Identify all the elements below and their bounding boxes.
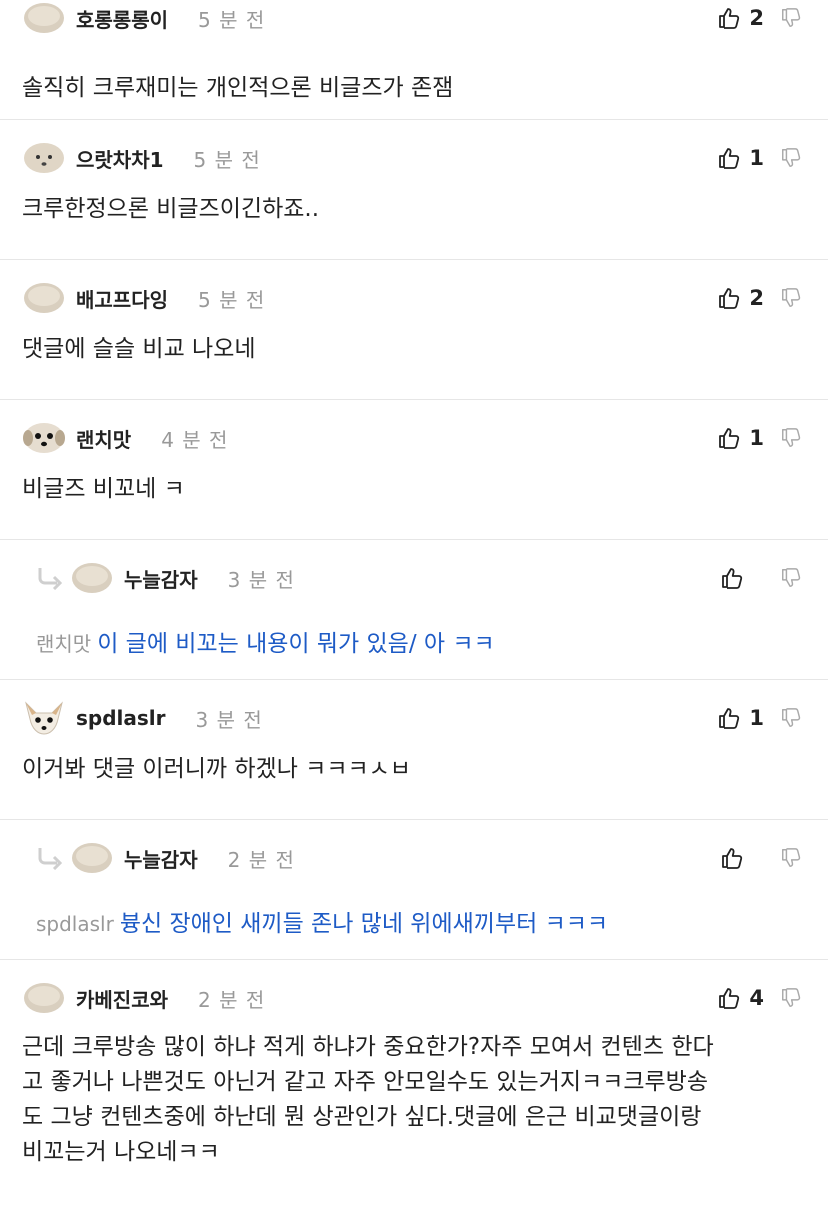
vote-controls: 1 (717, 698, 802, 738)
comment-text: 솔직히 크루재미는 개인적으론 비글즈가 존잼 (22, 75, 454, 101)
comment-time: 3 분 전 (195, 707, 263, 732)
thumbs-down-icon[interactable] (780, 287, 802, 309)
comment-time: 4 분 전 (161, 427, 229, 452)
thumbs-up-icon[interactable] (720, 846, 744, 870)
comment-text: 븅신 장애인 새끼들 존나 많네 위에새끼부터 ㅋㅋㅋ (119, 911, 609, 937)
comment-item: 랜치맛 4 분 전 1 비글즈 비꼬네 ㅋ (0, 400, 828, 540)
thumbs-up-icon[interactable] (717, 426, 741, 450)
comment-time: 2 분 전 (198, 987, 266, 1012)
puppy-face-avatar[interactable] (22, 141, 66, 175)
vote-controls: 1 (717, 138, 802, 178)
mention-user[interactable]: spdlaslr (36, 912, 114, 936)
vote-controls (720, 838, 802, 878)
like-count: 4 (749, 986, 764, 1010)
comment-text-line: 비꼬는거 나오네ㅋㅋ (22, 1139, 220, 1165)
comment-header: 누늘감자 2 분 전 (0, 838, 828, 878)
comment-time: 5 분 전 (198, 287, 266, 312)
reply-item: 누늘감자 2 분 전 spdlaslr 븅신 장애인 새끼들 존나 많네 위에새끼… (0, 820, 828, 960)
comment-author[interactable]: 카베진코와 (76, 984, 168, 1013)
reply-arrow-icon (38, 848, 63, 870)
comment-item: 으랏차차1 5 분 전 1 크루한정으론 비글즈이긴하죠.. (0, 120, 828, 260)
thumbs-down-icon[interactable] (780, 567, 802, 589)
comment-time: 5 분 전 (198, 7, 266, 32)
comment-text: 비글즈 비꼬네 ㅋ (22, 476, 185, 502)
comment-author[interactable]: 으랏차차1 (76, 144, 164, 173)
puppy-round-avatar[interactable] (22, 281, 66, 315)
thumbs-up-icon[interactable] (720, 566, 744, 590)
comment-time: 3 분 전 (227, 567, 295, 592)
reply-body: 랜치맛 이 글에 비꼬는 내용이 뭐가 있음/ 아 ㅋㅋ (36, 626, 806, 662)
thumbs-up-icon[interactable] (717, 286, 741, 310)
comment-text-line: 고 좋거나 나쁜것도 아닌거 같고 자주 안모일수도 있는거지ㅋㅋ크루방송 (22, 1069, 708, 1095)
thumbs-down-icon[interactable] (780, 7, 802, 29)
puppy-round-avatar[interactable] (70, 561, 114, 595)
reply-body: spdlaslr 븅신 장애인 새끼들 존나 많네 위에새끼부터 ㅋㅋㅋ (36, 906, 806, 942)
reply-arrow-icon (38, 568, 63, 590)
puppy-round-avatar[interactable] (22, 981, 66, 1015)
vote-controls: 2 (717, 0, 802, 38)
thumbs-down-icon[interactable] (780, 987, 802, 1009)
mention-user[interactable]: 랜치맛 (36, 632, 91, 656)
like-count: 2 (749, 6, 764, 30)
comment-text: 크루한정으론 비글즈이긴하죠.. (22, 196, 320, 222)
thumbs-up-icon[interactable] (717, 986, 741, 1010)
comment-header: spdlaslr 3 분 전 1 (0, 698, 828, 738)
comment-text-line: 도 그냥 컨텐츠중에 하난데 뭔 상관인가 싶다.댓글에 은근 비교댓글이랑 (22, 1104, 702, 1130)
vote-controls: 1 (717, 418, 802, 458)
thumbs-up-icon[interactable] (717, 146, 741, 170)
comment-list: 호롱롱롱이 5 분 전 2 솔직히 크루재미는 개인적으론 비글즈가 존잼 으랏… (0, 0, 828, 1207)
comment-item: 카베진코와 2 분 전 4 근데 크루방송 많이 하냐 적게 하냐가 중요한가?… (0, 960, 828, 1207)
thumbs-up-icon[interactable] (717, 6, 741, 30)
puppy-round-avatar[interactable] (70, 841, 114, 875)
comment-header: 배고프다잉 5 분 전 2 (0, 278, 828, 318)
comment-text: 이거봐 댓글 이러니까 하겠나 ㅋㅋㅋㅅㅂ (22, 756, 411, 782)
comment-header: 카베진코와 2 분 전 4 (0, 978, 828, 1018)
thumbs-down-icon[interactable] (780, 847, 802, 869)
comment-item: 호롱롱롱이 5 분 전 2 솔직히 크루재미는 개인적으론 비글즈가 존잼 (0, 0, 828, 120)
vote-controls: 4 (717, 978, 802, 1018)
like-count: 1 (749, 426, 764, 450)
comment-text: 근데 크루방송 많이 하냐 적게 하냐가 중요한가?자주 모여서 컨텐츠 한다 … (22, 1030, 806, 1170)
comment-header: 누늘감자 3 분 전 (0, 558, 828, 598)
comment-author[interactable]: spdlaslr (76, 706, 166, 730)
puppy-round-avatar[interactable] (22, 1, 66, 35)
like-count: 1 (749, 706, 764, 730)
chihuahua-avatar[interactable] (22, 701, 66, 735)
comment-author[interactable]: 랜치맛 (76, 424, 131, 453)
comment-author[interactable]: 누늘감자 (124, 844, 198, 873)
thumbs-down-icon[interactable] (780, 427, 802, 449)
vote-controls: 2 (717, 278, 802, 318)
reply-item: 누늘감자 3 분 전 랜치맛 이 글에 비꼬는 내용이 뭐가 있음/ 아 ㅋㅋ (0, 540, 828, 680)
comment-time: 2 분 전 (227, 847, 295, 872)
comment-text: 댓글에 슬슬 비교 나오네 (22, 336, 256, 362)
comment-time: 5 분 전 (193, 147, 261, 172)
thumbs-down-icon[interactable] (780, 147, 802, 169)
like-count: 1 (749, 146, 764, 170)
like-count: 2 (749, 286, 764, 310)
comment-text-line: 근데 크루방송 많이 하냐 적게 하냐가 중요한가?자주 모여서 컨텐츠 한다 (22, 1034, 714, 1060)
comment-author[interactable]: 배고프다잉 (76, 284, 168, 313)
comment-author[interactable]: 누늘감자 (124, 564, 198, 593)
thumbs-down-icon[interactable] (780, 707, 802, 729)
comment-header: 호롱롱롱이 5 분 전 2 (0, 0, 828, 38)
comment-author[interactable]: 호롱롱롱이 (76, 4, 168, 33)
puppy-dark-eyes-avatar[interactable] (22, 421, 66, 455)
thumbs-up-icon[interactable] (717, 706, 741, 730)
comment-item: 배고프다잉 5 분 전 2 댓글에 슬슬 비교 나오네 (0, 260, 828, 400)
comment-item: spdlaslr 3 분 전 1 이거봐 댓글 이러니까 하겠나 ㅋㅋㅋㅅㅂ (0, 680, 828, 820)
vote-controls (720, 558, 802, 598)
comment-text: 이 글에 비꼬는 내용이 뭐가 있음/ 아 ㅋㅋ (97, 631, 495, 657)
comment-header: 으랏차차1 5 분 전 1 (0, 138, 828, 178)
comment-header: 랜치맛 4 분 전 1 (0, 418, 828, 458)
